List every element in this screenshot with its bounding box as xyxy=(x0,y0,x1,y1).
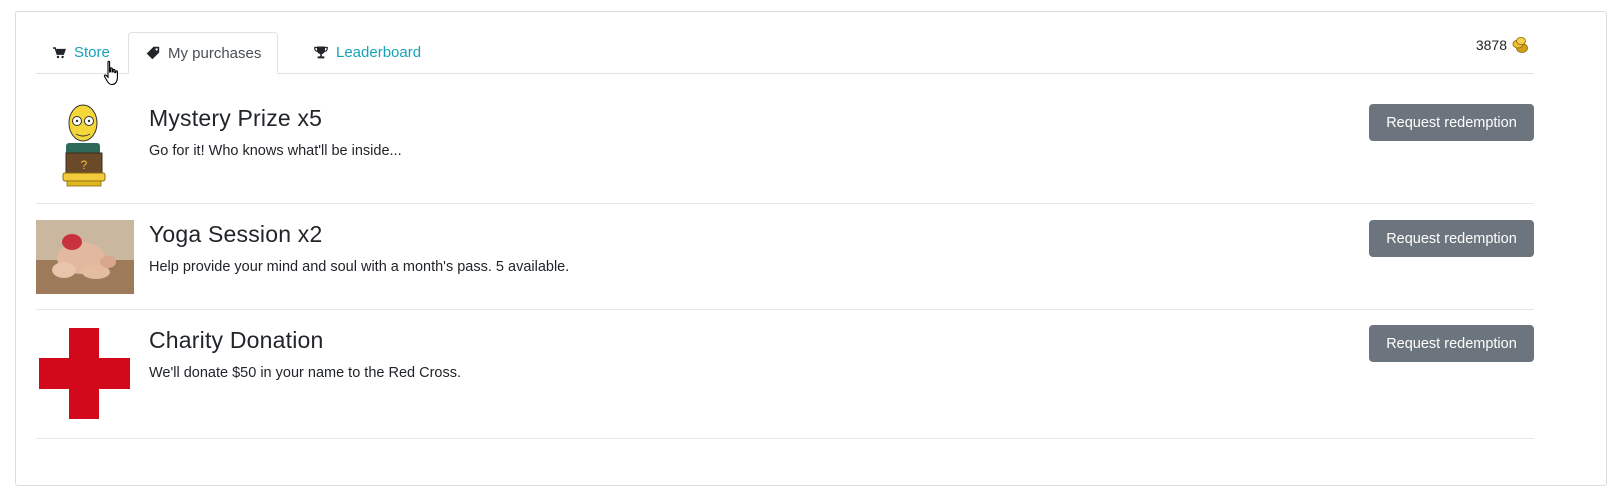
trophy-icon xyxy=(314,46,328,60)
yoga-image xyxy=(36,220,134,294)
coins-icon xyxy=(1511,36,1529,54)
tab-leaderboard[interactable]: Leaderboard xyxy=(314,32,421,73)
coin-balance-amount: 3878 xyxy=(1475,37,1507,53)
tab-leaderboard-label: Leaderboard xyxy=(336,44,422,61)
item-description: Go for it! Who knows what'll be inside..… xyxy=(149,143,402,159)
svg-text:?: ? xyxy=(81,158,88,172)
request-redemption-button[interactable]: Request redemption xyxy=(1369,104,1534,141)
tab-store-label: Store xyxy=(74,44,110,61)
item-title: Charity Donation xyxy=(149,327,324,353)
coin-balance: 3878 xyxy=(1476,36,1529,54)
request-redemption-button[interactable]: Request redemption xyxy=(1369,220,1534,257)
purchase-item: Charity Donation We'll donate $50 in you… xyxy=(36,310,1534,439)
tab-my-purchases[interactable]: My purchases xyxy=(128,32,278,74)
item-title: Yoga Session x2 xyxy=(149,221,323,247)
cart-icon xyxy=(52,46,66,60)
tab-bar: Store My purchases Leaderboard xyxy=(36,32,1534,74)
tab-my-purchases-label: My purchases xyxy=(168,44,262,62)
item-description: Help provide your mind and soul with a m… xyxy=(149,259,570,275)
mystery-prize-image: ? xyxy=(36,103,134,187)
red-cross-image xyxy=(36,327,134,420)
tab-store[interactable]: Store xyxy=(52,32,122,73)
item-title: Mystery Prize x5 xyxy=(149,105,323,131)
request-redemption-button[interactable]: Request redemption xyxy=(1369,325,1534,362)
item-description: We'll donate $50 in your name to the Red… xyxy=(149,365,462,381)
purchase-item: Yoga Session x2 Help provide your mind a… xyxy=(36,204,1534,310)
tag-icon xyxy=(146,46,160,60)
purchase-item: ? Mystery Prize x5 Go for it! Who knows … xyxy=(36,73,1534,204)
store-panel: Store My purchases Leaderboard 3878 ? My… xyxy=(15,11,1607,486)
